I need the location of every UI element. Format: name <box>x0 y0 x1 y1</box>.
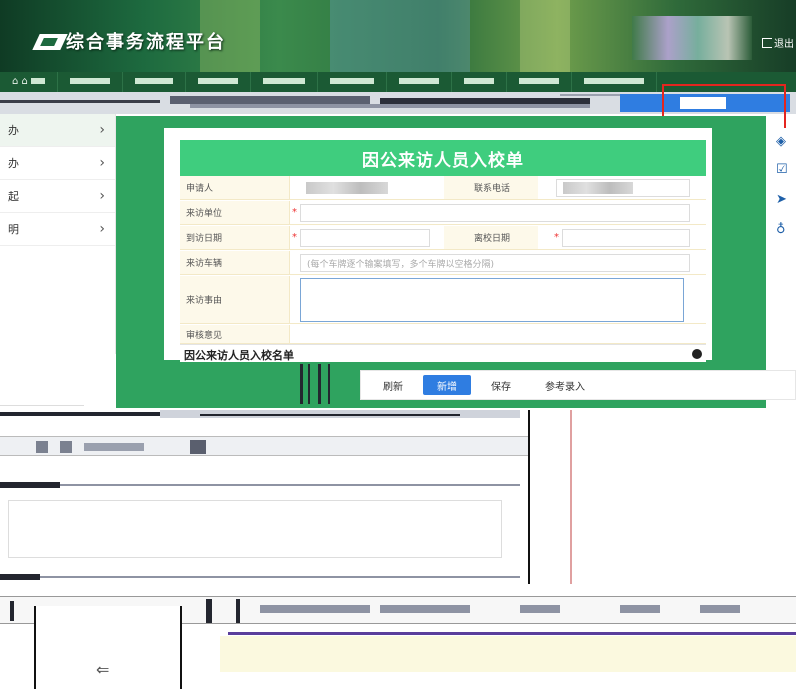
sidebar-item-label: 办 <box>8 157 19 170</box>
chevron-right-icon: › <box>99 221 105 237</box>
overlay-panel <box>528 410 786 584</box>
back-panel: ⇐ <box>34 606 182 689</box>
arrow-left-icon[interactable]: ⇐ <box>96 660 109 679</box>
reason-label: 来访事由 <box>180 276 290 323</box>
phone-label: 联系电话 <box>444 176 538 199</box>
logout-label: 退出 <box>774 39 794 50</box>
user-avatar-area[interactable] <box>632 16 752 60</box>
leave-date-label: 离校日期 <box>444 226 538 249</box>
opinion-textarea[interactable] <box>8 500 502 558</box>
glitch-toolbar-row <box>0 436 528 456</box>
layers-icon[interactable]: ◈ <box>776 134 786 149</box>
visitor-list-title: 因公来访人员入校名单 <box>184 349 294 362</box>
phone-input[interactable] <box>556 179 690 197</box>
visit-unit-row: 来访单位 * <box>180 201 706 225</box>
required-mark: * <box>292 207 297 218</box>
save-button[interactable]: 保存 <box>477 375 525 395</box>
chevron-right-icon: › <box>99 155 105 171</box>
review-label: 审核意见 <box>180 325 290 343</box>
nav-item-4[interactable] <box>251 72 319 92</box>
chevron-right-icon: › <box>99 188 105 204</box>
list-toolbar: 刷新 新增 保存 参考录入 <box>360 370 796 400</box>
send-icon[interactable]: ➤ <box>776 192 787 207</box>
applicant-label: 申请人 <box>180 176 290 199</box>
footer-band <box>220 636 796 672</box>
applicant-value <box>306 182 388 194</box>
reference-entry-button[interactable]: 参考录入 <box>531 375 599 395</box>
refresh-button[interactable]: 刷新 <box>369 375 417 395</box>
nav-item-8[interactable] <box>507 72 573 92</box>
logout-button[interactable]: 退出 <box>762 35 794 50</box>
glitch-section-bar-2 <box>0 572 528 582</box>
visit-unit-input[interactable] <box>300 204 690 222</box>
logout-icon <box>762 37 772 48</box>
sidebar-item-label: 起 <box>8 190 19 203</box>
arrive-date-label: 到访日期 <box>180 226 290 249</box>
nav-item-7[interactable] <box>452 72 508 92</box>
sidebar-item-help[interactable]: 明 › <box>0 213 115 246</box>
nav-item-9[interactable] <box>572 72 658 92</box>
glitch-section-bar <box>0 480 528 490</box>
sidebar-item-label: 办 <box>8 124 19 137</box>
form-title-bar: 因公来访人员入校单 <box>180 140 706 176</box>
clipboard-check-icon[interactable]: ☑ <box>776 162 788 177</box>
nav-item-3[interactable] <box>186 72 252 92</box>
right-rail: ◈ ☑ ➤ ♁ <box>766 128 796 248</box>
vehicle-row: 来访车辆 (每个车牌逐个输案填写，多个车牌以空格分隔) <box>180 251 706 275</box>
visit-unit-label: 来访单位 <box>180 201 290 224</box>
date-row: 到访日期 * 离校日期 * <box>180 226 706 250</box>
glitch-column-lines <box>300 364 340 404</box>
sidebar-item-todo[interactable]: 办 › <box>0 114 115 147</box>
add-button[interactable]: 新增 <box>423 375 471 395</box>
sidebar: 办 › 办 › 起 › 明 › <box>0 114 116 354</box>
lightbulb-icon[interactable]: ♁ <box>776 222 786 237</box>
reason-row: 来访事由 <box>180 276 706 324</box>
review-row: 审核意见 <box>180 325 706 344</box>
glitch-row-1 <box>0 410 528 420</box>
nav-item-6[interactable] <box>387 72 453 92</box>
visitor-list-header: 因公来访人员入校名单 <box>180 344 706 362</box>
sidebar-item-done[interactable]: 办 › <box>0 147 115 180</box>
applicant-row: 申请人 联系电话 <box>180 176 706 200</box>
form-title: 因公来访人员入校单 <box>362 150 524 171</box>
sidebar-item-label: 明 <box>8 223 19 236</box>
nav-item-1[interactable] <box>58 72 124 92</box>
app-title: 综合事务流程平台 <box>66 32 226 53</box>
collapse-icon[interactable] <box>692 349 702 359</box>
vehicle-input[interactable]: (每个车牌逐个输案填写，多个车牌以空格分隔) <box>300 254 690 272</box>
chevron-right-icon: › <box>99 122 105 138</box>
nav-home[interactable]: ⌂ ⌂ <box>0 72 59 92</box>
sidebar-item-started[interactable]: 起 › <box>0 180 115 213</box>
glitch-left-panel <box>0 370 84 406</box>
leave-date-input[interactable] <box>562 229 690 247</box>
vehicle-label: 来访车辆 <box>180 251 290 274</box>
nav-item-5[interactable] <box>318 72 388 92</box>
required-mark: * <box>292 232 297 243</box>
divider <box>228 632 796 635</box>
reason-textarea[interactable] <box>300 278 684 322</box>
arrive-date-input[interactable] <box>300 229 430 247</box>
required-mark: * <box>554 232 559 243</box>
nav-item-2[interactable] <box>123 72 187 92</box>
